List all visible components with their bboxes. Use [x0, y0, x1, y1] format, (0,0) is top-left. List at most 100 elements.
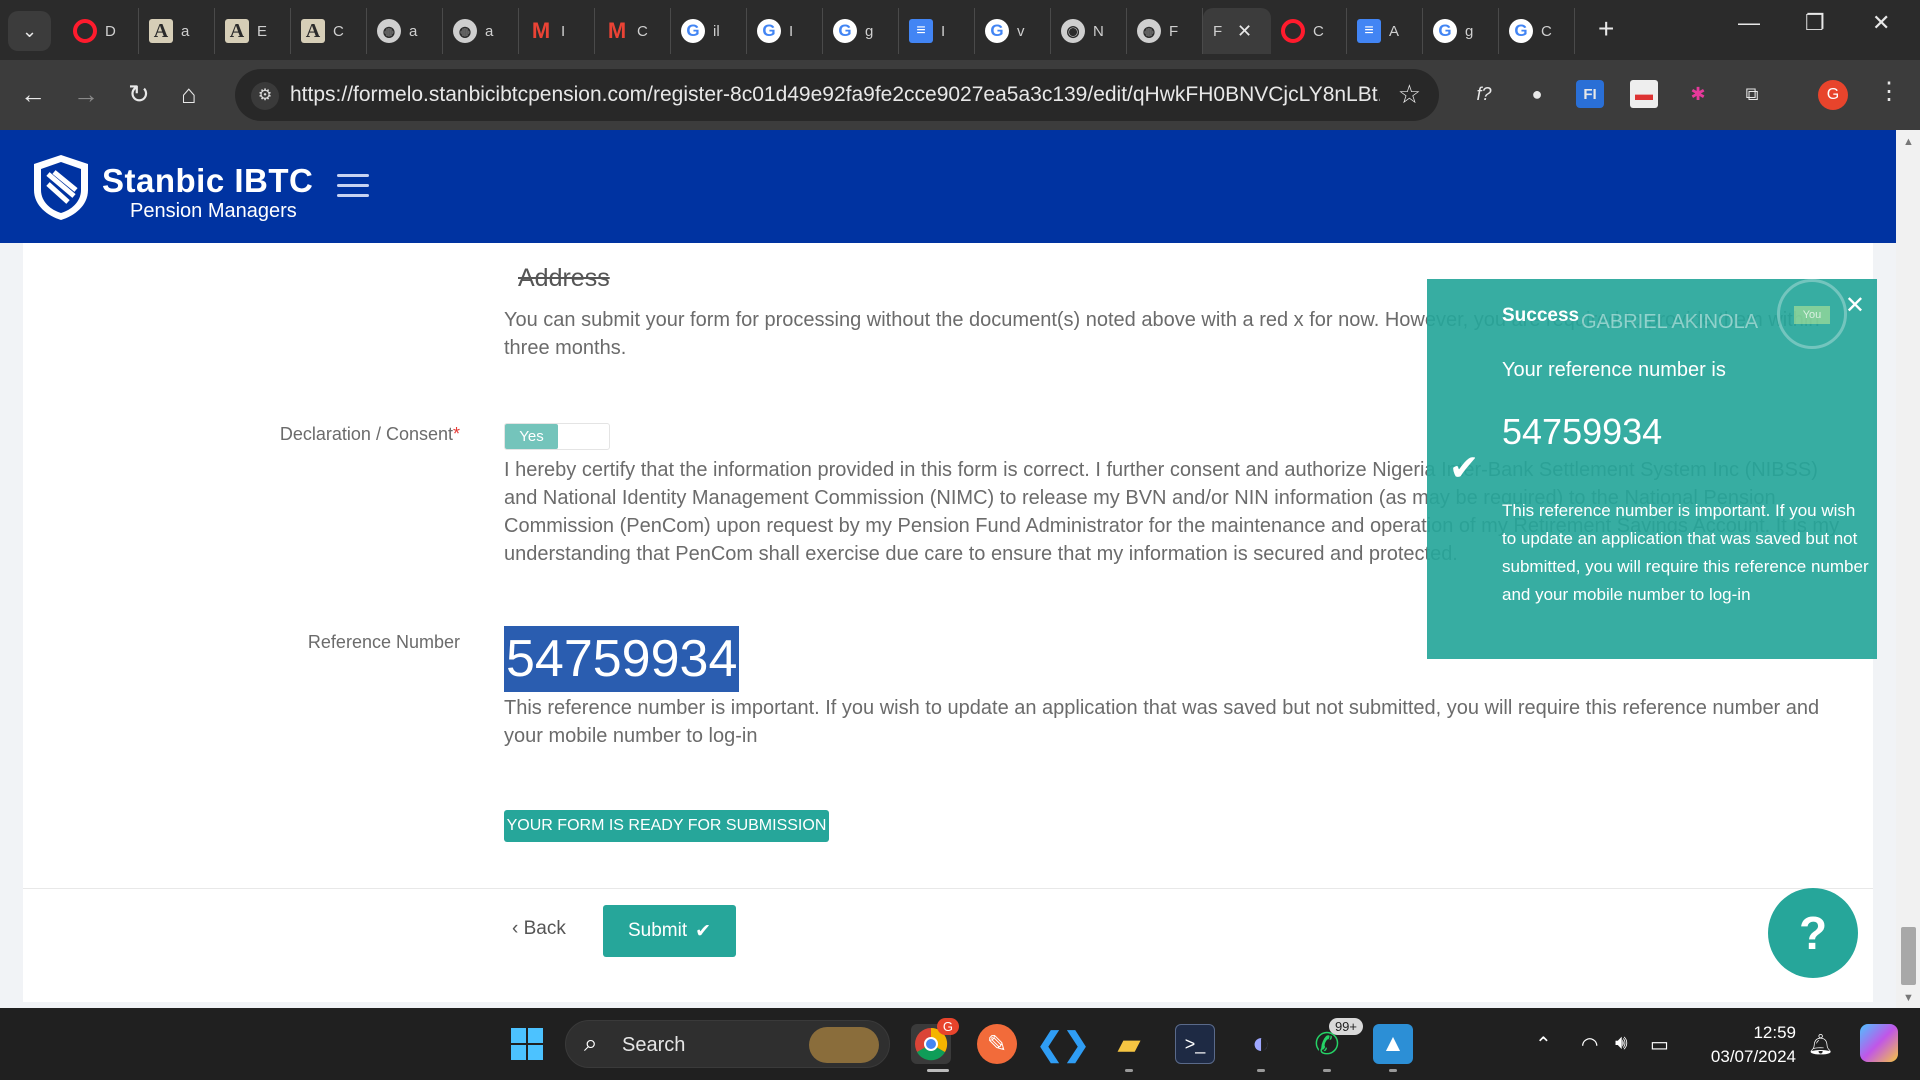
gmail-icon: M: [531, 18, 551, 43]
tab-title: il: [713, 22, 720, 40]
tab-title: a: [485, 22, 494, 40]
color-picker-extension-icon[interactable]: ✱: [1684, 80, 1712, 108]
chrome-taskbar-icon[interactable]: G: [911, 1018, 959, 1064]
clock-date: 03/07/2024: [1710, 1047, 1796, 1066]
browser-toolbar: ← → ↻ ⌂ ⚙ https://formelo.stanbicibtcpen…: [0, 60, 1920, 130]
submit-button[interactable]: Submit ✔: [603, 905, 736, 957]
github-icon: ◉: [1061, 19, 1085, 43]
browser-tab-strip: ⌄ D Aa A E A C ◍ a ◍ a M I M C Gil G I Gg ≡ I Gv ◉ N ◍ F F ✕ C ≡ A Gg G…: [0, 0, 1920, 60]
search-highlight-image: [809, 1027, 879, 1063]
puzzle-extensions-icon[interactable]: ⧉: [1738, 80, 1766, 108]
back-arrow-button[interactable]: ←: [20, 79, 46, 109]
url-text[interactable]: https://formelo.stanbicibtcpension.com/r…: [290, 83, 1380, 107]
formula-extension-icon[interactable]: f?: [1470, 80, 1498, 108]
consent-toggle[interactable]: Yes: [504, 423, 610, 450]
file-explorer-icon[interactable]: ▰: [1109, 1024, 1149, 1064]
whatsapp-icon[interactable]: ✆ 99+: [1307, 1018, 1363, 1064]
scroll-down-icon[interactable]: ▼: [1903, 992, 1914, 1004]
anthropic-icon: A: [149, 19, 173, 43]
tab[interactable]: AE: [215, 8, 291, 54]
tab[interactable]: ◍ a: [443, 8, 519, 54]
tab[interactable]: ◍ F: [1127, 8, 1203, 54]
tab[interactable]: GI: [747, 8, 823, 54]
tab-active[interactable]: F ✕: [1203, 8, 1271, 54]
windows-taskbar: ⌕ Search G ✎ ❮❯ ▰ >_ ◐ ✆ 99+ ▲ ⌃ ◠ 🔊︎ ▭ 1…: [0, 1008, 1920, 1080]
tab-title: a: [181, 22, 190, 40]
site-info-icon[interactable]: ⚙: [251, 82, 279, 110]
taskbar-search[interactable]: ⌕ Search: [565, 1020, 890, 1068]
restore-button[interactable]: ❐: [1805, 10, 1825, 36]
tab[interactable]: GC: [1499, 8, 1575, 54]
tab[interactable]: ◉ N: [1051, 8, 1127, 54]
system-clock[interactable]: 12:59 03/07/2024: [1700, 1021, 1796, 1069]
new-tab-button[interactable]: +: [1598, 14, 1614, 44]
volume-icon[interactable]: 🔊︎: [1615, 1032, 1628, 1055]
tab-title: C: [1541, 22, 1552, 40]
hamburger-menu-icon[interactable]: [337, 174, 369, 197]
tab[interactable]: Gv: [975, 8, 1051, 54]
minimize-button[interactable]: —: [1738, 10, 1760, 36]
address-heading: Address: [518, 264, 610, 292]
opera-icon: [1281, 19, 1305, 43]
tab[interactable]: MI: [519, 8, 595, 54]
tab[interactable]: C: [1271, 8, 1347, 54]
forward-arrow-button[interactable]: →: [73, 79, 99, 109]
tab[interactable]: Gg: [1423, 8, 1499, 54]
reload-button[interactable]: ↻: [128, 79, 150, 109]
tab-title: E: [257, 22, 268, 40]
photos-indicator: [1389, 1069, 1397, 1072]
google-icon: G: [985, 19, 1009, 43]
brand-subtitle: Pension Managers: [130, 200, 297, 222]
battery-icon[interactable]: ▭: [1650, 1032, 1669, 1057]
profile-avatar[interactable]: G: [1818, 80, 1848, 110]
form-footer: [23, 888, 1873, 972]
tab[interactable]: AC: [291, 8, 367, 54]
gmail-icon: M: [607, 18, 627, 43]
wifi-icon[interactable]: ◠: [1581, 1032, 1598, 1057]
fi-extension-icon[interactable]: FI: [1576, 80, 1604, 108]
scroll-thumb[interactable]: [1901, 927, 1916, 985]
google-icon: G: [1509, 19, 1533, 43]
address-bar[interactable]: ⚙ https://formelo.stanbicibtcpension.com…: [235, 69, 1439, 121]
tab-search-button[interactable]: ⌄: [8, 11, 51, 51]
google-icon: G: [681, 19, 705, 43]
tab[interactable]: Gg: [823, 8, 899, 54]
toast-check-icon: ✔: [1449, 447, 1480, 488]
back-button[interactable]: ‹ Back: [512, 918, 566, 940]
tray-overflow-chevron-icon[interactable]: ⌃: [1535, 1032, 1552, 1057]
taskbar-search-label: Search: [622, 1034, 686, 1056]
toast-reference-number: 54759934: [1502, 411, 1663, 452]
photos-app-icon[interactable]: ▲: [1373, 1024, 1413, 1064]
chrome-profile-badge: G: [936, 1018, 959, 1035]
reference-number-value[interactable]: 54759934: [504, 626, 740, 692]
terminal-icon[interactable]: >_: [1175, 1024, 1215, 1064]
tab[interactable]: ≡ A: [1347, 8, 1423, 54]
bookmark-star-icon[interactable]: ☆: [1398, 79, 1421, 110]
vscode-icon[interactable]: ❮❯: [1036, 1024, 1090, 1064]
tab-title: C: [1313, 22, 1324, 40]
windows-start-icon[interactable]: [507, 1024, 547, 1064]
scroll-up-icon[interactable]: ▲: [1903, 136, 1914, 148]
page-scrollbar[interactable]: ▲ ▼: [1896, 130, 1920, 1008]
opera-icon: [73, 19, 97, 43]
tab-close-icon[interactable]: ✕: [1237, 21, 1252, 42]
tor-browser-icon[interactable]: ◐: [1241, 1024, 1281, 1064]
tab[interactable]: Gil: [671, 8, 747, 54]
anthropic-icon: A: [225, 19, 249, 43]
notifications-icon[interactable]: 🔔︎: [1808, 1032, 1833, 1057]
help-button[interactable]: ?: [1768, 888, 1858, 978]
tab[interactable]: D: [63, 8, 139, 54]
calendar-extension-icon[interactable]: ▬: [1630, 80, 1658, 108]
home-button[interactable]: ⌂: [181, 79, 197, 109]
browser-menu-icon[interactable]: ⋮: [1877, 77, 1901, 106]
tab[interactable]: ◍ a: [367, 8, 443, 54]
tab[interactable]: ≡ I: [899, 8, 975, 54]
toast-close-icon[interactable]: ✕: [1845, 291, 1865, 320]
copilot-icon[interactable]: [1860, 1024, 1898, 1062]
google-icon: G: [757, 19, 781, 43]
pen-app-icon[interactable]: ✎: [977, 1024, 1017, 1064]
close-window-button[interactable]: ✕: [1872, 10, 1890, 36]
tab[interactable]: MC: [595, 8, 671, 54]
extension-icon[interactable]: ●: [1523, 80, 1551, 108]
tab[interactable]: Aa: [139, 8, 215, 54]
